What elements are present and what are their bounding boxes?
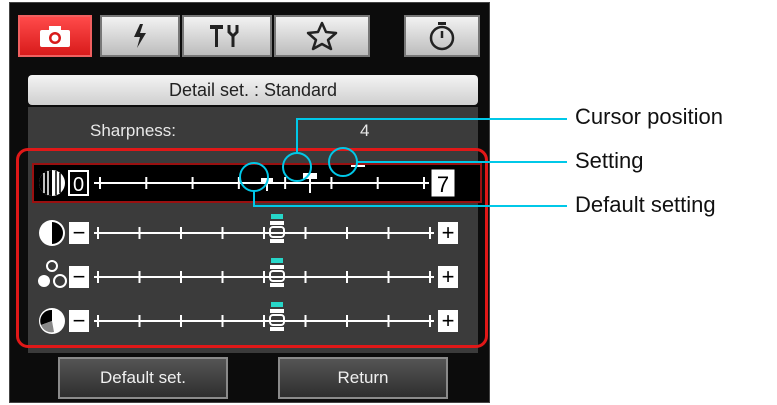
flash-icon — [131, 23, 149, 49]
tab-flash[interactable] — [100, 15, 180, 57]
tools-icon — [207, 22, 247, 50]
cursor-position-annotation: Cursor position — [575, 104, 723, 129]
tab-timer[interactable] — [404, 15, 480, 57]
camera-icon — [38, 24, 72, 48]
timer-icon — [428, 21, 456, 51]
default-set-label: Default set. — [100, 368, 186, 387]
tab-tools[interactable] — [182, 15, 272, 57]
return-button[interactable]: Return — [278, 357, 448, 399]
return-label: Return — [337, 368, 389, 387]
default-set-button[interactable]: Default set. — [58, 357, 228, 399]
sharpness-label: Sharpness: — [90, 121, 176, 140]
setting-annotation: Setting — [575, 148, 644, 173]
detail-set-title: Detail set. : Standard — [168, 79, 338, 100]
panel-header: Detail set. : Standard — [28, 75, 478, 105]
slider-highlight-frame — [16, 148, 488, 348]
star-icon — [306, 21, 338, 51]
default-setting-annotation: Default setting — [575, 192, 716, 217]
tab-my-menu[interactable] — [274, 15, 370, 57]
sharpness-value: 4 — [360, 121, 370, 140]
tab-shooting[interactable] — [18, 15, 92, 57]
